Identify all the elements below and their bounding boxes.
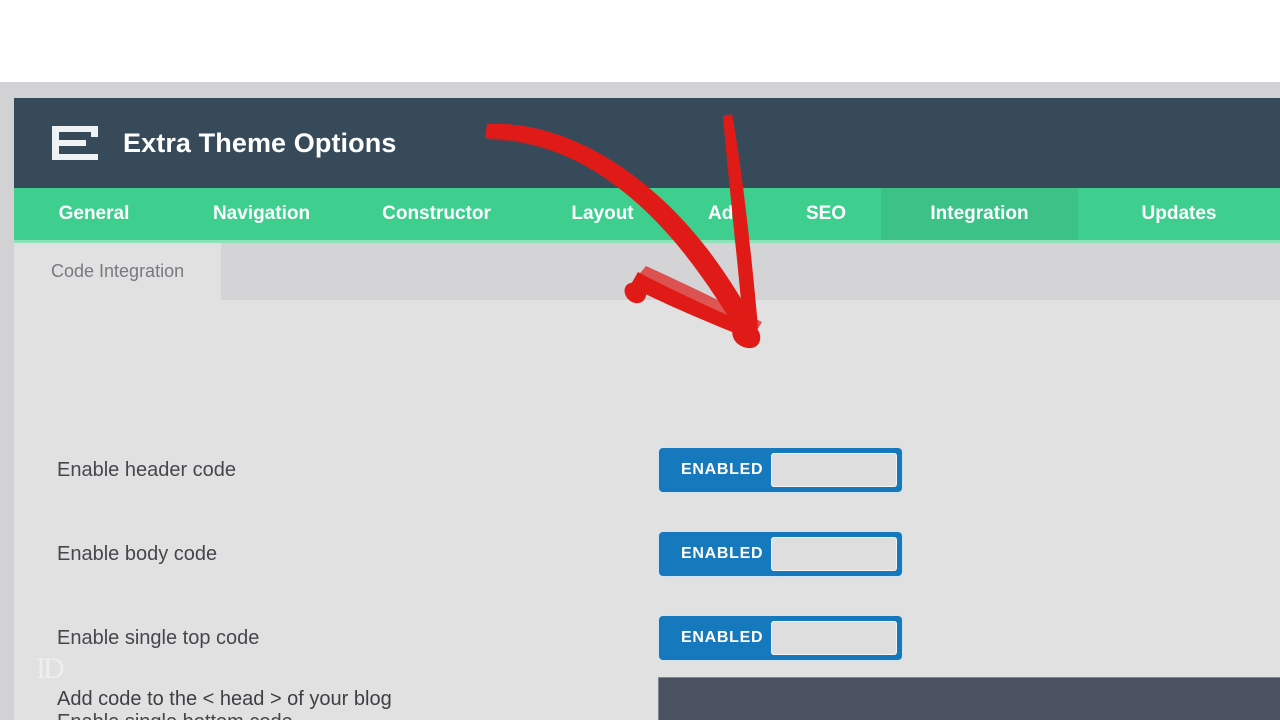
primary-nav: General Navigation Constructor Layout Ads SEO… [14, 188, 1280, 243]
toggle-enable-body-code[interactable]: ENABLED [659, 532, 902, 576]
toggle-knob[interactable] [771, 621, 897, 655]
nav-item-constructor[interactable]: Constructor [349, 188, 524, 240]
bottom-section: Add code to the < head > of your blog [14, 663, 1280, 720]
panel-header: Extra Theme Options [14, 98, 1280, 188]
toggle-enable-header-code[interactable]: ENABLED [659, 448, 902, 492]
nav-item-navigation[interactable]: Navigation [174, 188, 349, 240]
extra-e-logo-icon [52, 126, 98, 160]
nav-item-label: Layout [571, 203, 634, 224]
page-title: Extra Theme Options [123, 127, 397, 158]
nav-item-layout[interactable]: Layout [524, 188, 681, 240]
nav-item-integration[interactable]: Integration [881, 188, 1078, 240]
subtab-label: Code Integration [51, 261, 185, 281]
theme-options-panel: Extra Theme Options General Navigation Con… [14, 98, 1280, 720]
toggle-knob[interactable] [771, 453, 897, 487]
option-label: Enable single top code [57, 626, 260, 649]
nav-item-label: General [58, 203, 130, 224]
nav-item-ads[interactable]: Ads [681, 188, 771, 240]
nav-item-label: Integration [930, 203, 1029, 224]
nav-item-label: Navigation [212, 203, 311, 224]
nav-item-label: Updates [1141, 203, 1217, 224]
option-label: Enable header code [57, 458, 237, 481]
toggle-knob[interactable] [771, 537, 897, 571]
option-row: Enable single top code ENABLED [14, 610, 1280, 666]
subtab-code-integration[interactable]: Code Integration [14, 243, 222, 300]
nav-item-label: Constructor [382, 203, 491, 224]
nav-item-label: SEO [805, 203, 847, 224]
toggle-state-label: ENABLED [681, 461, 764, 478]
toggle-state-label: ENABLED [681, 629, 764, 646]
nav-item-label: Ads [708, 203, 744, 224]
settings-content: Enable header code ENABLED Enable body cod… [14, 300, 1280, 720]
nav-item-updates[interactable]: Updates [1078, 188, 1280, 240]
nav-item-seo[interactable]: SEO [771, 188, 881, 240]
option-row: Enable body code ENABLED [14, 526, 1280, 582]
subtab-strip: Code Integration [14, 243, 1280, 300]
toggle-enable-single-top-code[interactable]: ENABLED [659, 616, 902, 660]
browser-white-band [0, 0, 1280, 82]
head-code-editor[interactable] [658, 677, 1280, 720]
head-code-label: Add code to the < head > of your blog [57, 688, 392, 710]
toggle-state-label: ENABLED [681, 545, 764, 562]
nav-item-general[interactable]: General [14, 188, 174, 240]
option-label: Enable body code [57, 542, 218, 565]
option-row: Enable header code ENABLED [14, 442, 1280, 498]
